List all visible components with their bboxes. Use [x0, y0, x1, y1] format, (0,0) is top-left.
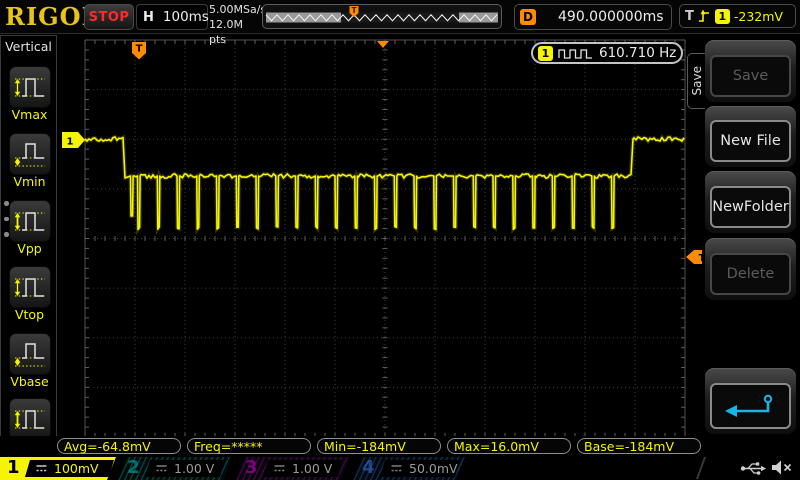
sample-rate: 5.00MSa/s: [209, 2, 261, 17]
rising-edge-icon: [698, 8, 711, 24]
dc-coupling-icon: [155, 464, 168, 473]
frequency-counter: 1 610.710 Hz: [531, 42, 683, 64]
bottom-status-bar: Avg=-64.8mV Freq=***** Min=-184mV Max=16…: [0, 436, 800, 480]
vmin-icon: [9, 133, 51, 175]
back-button[interactable]: [710, 383, 791, 429]
timebase-control[interactable]: H 100ms: [136, 4, 208, 30]
memory-depth: 12.0M pts: [209, 17, 261, 47]
menu-title: Vertical: [1, 39, 56, 54]
save-menu-tab: Save: [687, 53, 705, 109]
svg-text:T: T: [136, 44, 143, 55]
header-bar: RIGOL STOP H 100ms 5.00MSa/s 12.0M pts T…: [0, 0, 800, 34]
measurement-cell: Freq=*****: [187, 438, 311, 454]
memory-waveform-strip[interactable]: T: [262, 4, 502, 29]
trigger-source-badge: 1: [715, 9, 730, 24]
softkey-group: NewFolder: [705, 171, 796, 233]
channel2-chip[interactable]: 2 1.00 V: [118, 457, 232, 480]
vmax-icon: [9, 66, 51, 108]
channel4-chip[interactable]: 4 50.0mV: [353, 457, 465, 480]
trigger-readout[interactable]: T 1 -232mV: [679, 4, 796, 28]
measure-label: Vpp: [1, 241, 58, 256]
ch1-waveform: [85, 137, 684, 230]
horizontal-label: H: [143, 10, 154, 25]
vamp-icon: [9, 398, 51, 440]
channel-number: 1: [7, 457, 20, 478]
graticule: [85, 40, 685, 437]
counter-channel-badge: 1: [538, 46, 553, 61]
channel-scale: 1.00 V: [174, 461, 214, 476]
channel1-chip[interactable]: 1 100mV: [0, 457, 116, 480]
measurement-cell: Min=-184mV: [317, 438, 441, 454]
memory-waveform-icon: T: [263, 5, 501, 28]
trigger-level-value: -232mV: [734, 9, 783, 24]
new-folder-button[interactable]: NewFolder: [710, 186, 791, 228]
acquisition-info: 5.00MSa/s 12.0M pts: [209, 2, 261, 47]
vtop-icon: [9, 266, 51, 308]
display-center-marker: [377, 41, 389, 48]
measurement-cell: Max=16.0mV: [447, 438, 571, 454]
save-button[interactable]: Save: [710, 55, 791, 97]
channel-plate: 1.00 V: [263, 460, 343, 477]
trigger-position-marker[interactable]: T: [132, 42, 146, 60]
svg-text:1: 1: [67, 137, 74, 148]
measure-label: Vtop: [1, 307, 58, 322]
frequency-value: 610.710 Hz: [599, 45, 676, 61]
channel-plate: 1.00 V: [145, 460, 225, 477]
svg-text:T: T: [351, 6, 357, 15]
measurement-cell: Base=-184mV: [577, 438, 701, 454]
softkey-group: [705, 368, 796, 434]
speaker-muted-icon: [770, 459, 794, 476]
measure-label: Vmin: [1, 174, 58, 189]
softkey-group: New File: [705, 106, 796, 167]
channel-number: 4: [362, 457, 375, 478]
oscilloscope-screen: 1 T T RIGOL STOP H 100ms 5.00MSa/s 12.0M…: [0, 0, 800, 480]
measure-label: Vmax: [1, 107, 58, 122]
channel-number: 3: [245, 457, 258, 478]
menu-tab-label: Save: [690, 66, 704, 95]
ch1-level-marker[interactable]: 1: [62, 132, 85, 148]
channel-scale: 1.00 V: [292, 461, 332, 476]
square-wave-icon: [558, 46, 594, 60]
new-file-button[interactable]: New File: [710, 120, 791, 162]
softkey-group: Save: [705, 40, 796, 102]
delay-value: 490.000000ms: [558, 9, 664, 25]
return-arrow-icon: [722, 392, 780, 420]
delay-readout[interactable]: D 490.000000ms: [514, 4, 672, 30]
channel-number: 2: [127, 457, 140, 478]
channel-plate: 100mV: [25, 460, 114, 477]
channel-scale: 50.0mV: [409, 461, 458, 476]
trigger-label: T: [685, 9, 694, 24]
measure-label: Vbase: [1, 374, 58, 389]
menu-page-dots: [4, 201, 9, 248]
delay-icon: D: [520, 9, 536, 25]
timebase-value: 100ms: [163, 9, 209, 25]
channel-plate: 50.0mV: [380, 460, 460, 477]
dc-coupling-icon: [390, 464, 403, 473]
dc-coupling-icon: [273, 464, 286, 473]
delete-button[interactable]: Delete: [710, 253, 791, 295]
softkey-group: Delete: [705, 238, 796, 300]
dc-coupling-icon: [35, 464, 48, 473]
usb-icon: [740, 461, 766, 476]
status-separator: [696, 457, 706, 479]
scope-display: 1 T T: [0, 0, 800, 480]
channel-scale: 100mV: [54, 461, 99, 476]
channel3-chip[interactable]: 3 1.00 V: [236, 457, 350, 480]
vbase-icon: [9, 333, 51, 375]
run-state-button[interactable]: STOP: [84, 4, 134, 30]
left-menu-panel: Vertical Vmax Vmin Vpp Vtop Vbase Vamp: [0, 35, 57, 450]
measurement-cell: Avg=-64.8mV: [57, 438, 181, 454]
vpp-icon: [9, 200, 51, 242]
